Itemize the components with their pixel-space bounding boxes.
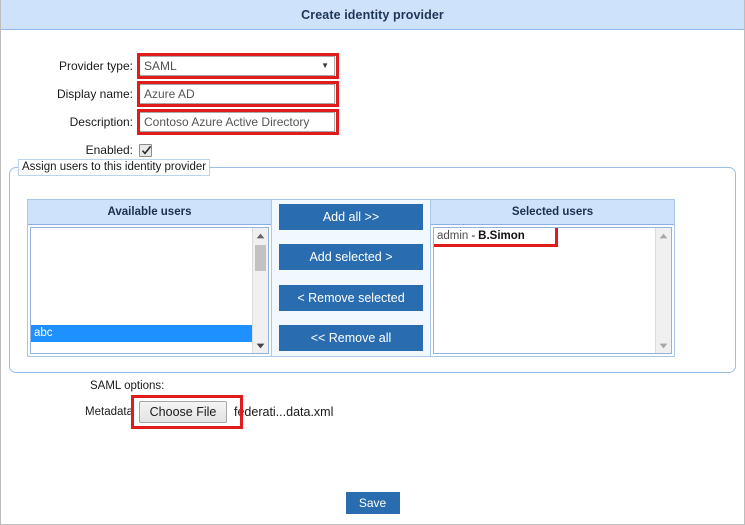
choose-file-button[interactable]: Choose File: [139, 401, 227, 423]
available-users-listbox[interactable]: abc: [30, 227, 269, 354]
add-selected-button[interactable]: Add selected >: [279, 244, 423, 271]
available-users-panel: Available users abc: [27, 199, 272, 357]
saml-options-label: SAML options:: [90, 380, 165, 392]
provider-type-select[interactable]: SAML ▼: [139, 56, 335, 76]
selected-users-scrollbar[interactable]: [655, 228, 671, 353]
selected-users-listbox[interactable]: admin - B.Simon: [433, 227, 672, 354]
metadata-label: Metadata: [85, 406, 133, 418]
selected-users-panel: Selected users admin - B.Simon: [430, 199, 675, 357]
description-label: Description:: [69, 115, 133, 129]
display-name-control: Azure AD: [137, 81, 339, 107]
scroll-down-icon[interactable]: [253, 338, 268, 353]
saml-options-section: SAML options: Metadata Choose File feder…: [1, 380, 744, 429]
enabled-checkbox[interactable]: [139, 143, 152, 157]
available-users-items: abc: [31, 228, 252, 353]
scrollbar-thumb[interactable]: [255, 245, 266, 271]
provider-type-value: SAML: [144, 59, 177, 73]
form-row-description: Description: Contoso Azure Active Direct…: [1, 109, 744, 135]
assign-users-legend: Assign users to this identity provider: [18, 159, 211, 176]
description-control: Contoso Azure Active Directory: [137, 109, 339, 135]
form-row-provider-type: Provider type: SAML ▼: [1, 53, 744, 79]
dialog-titlebar: Create identity provider: [1, 0, 744, 30]
selected-user-login: admin: [437, 230, 469, 242]
checkmark-icon: [141, 145, 152, 155]
identity-provider-form: Provider type: SAML ▼ Display name: Azur…: [1, 29, 744, 165]
list-item[interactable]: abc: [31, 325, 252, 342]
description-input[interactable]: Contoso Azure Active Directory: [139, 112, 335, 132]
dual-list-picker: Available users abc Add all >> Add selec…: [27, 199, 719, 357]
selected-users-items: admin - B.Simon: [434, 228, 655, 353]
add-all-button[interactable]: Add all >>: [279, 204, 423, 230]
chosen-file-name: federati...data.xml: [234, 405, 334, 419]
available-users-header: Available users: [28, 200, 271, 225]
page-title: Create identity provider: [301, 7, 444, 22]
enabled-label: Enabled:: [85, 143, 133, 157]
selected-user-separator: -: [471, 230, 476, 242]
display-name-value: Azure AD: [144, 87, 195, 101]
scroll-down-icon[interactable]: [656, 338, 671, 353]
provider-type-control: SAML ▼: [137, 53, 339, 79]
transfer-buttons-panel: Add all >> Add selected > < Remove selec…: [272, 199, 430, 357]
selected-users-header: Selected users: [431, 200, 674, 225]
file-input-control: Choose File federati...data.xml: [131, 395, 334, 429]
chevron-down-icon: ▼: [321, 61, 329, 70]
create-identity-provider-dialog: Create identity provider Provider type: …: [0, 0, 745, 525]
selected-user-name: B.Simon: [478, 230, 525, 242]
provider-type-label: Provider type:: [58, 59, 133, 73]
list-item[interactable]: admin - B.Simon: [434, 228, 655, 247]
dialog-footer: Save: [1, 492, 744, 514]
form-row-display-name: Display name: Azure AD: [1, 81, 744, 107]
scroll-up-icon[interactable]: [253, 228, 268, 243]
assign-users-fieldset: Assign users to this identity provider A…: [9, 159, 736, 373]
remove-selected-button[interactable]: < Remove selected: [279, 284, 423, 311]
remove-all-button[interactable]: << Remove all: [279, 324, 423, 351]
available-users-scrollbar[interactable]: [252, 228, 268, 353]
metadata-row: Metadata Choose File federati...data.xml: [1, 395, 744, 429]
display-name-label: Display name:: [56, 87, 133, 101]
description-value: Contoso Azure Active Directory: [144, 115, 310, 129]
scroll-up-icon[interactable]: [656, 228, 671, 243]
save-button[interactable]: Save: [345, 492, 400, 514]
display-name-input[interactable]: Azure AD: [139, 84, 335, 104]
